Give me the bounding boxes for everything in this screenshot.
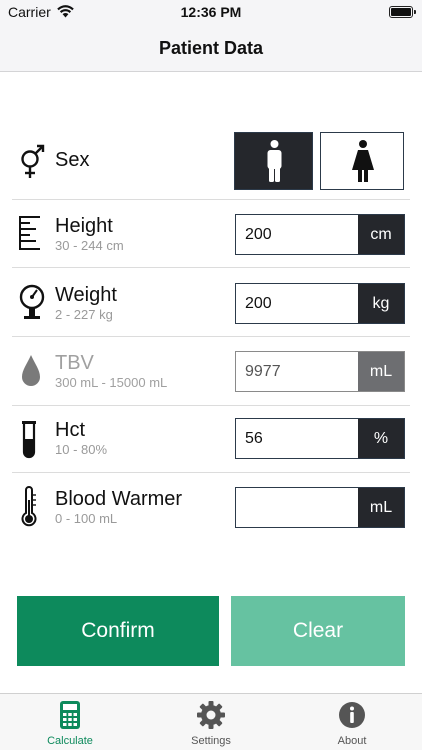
weight-value: 200 bbox=[245, 295, 272, 312]
height-label: Height bbox=[55, 215, 113, 237]
tbv-range: 300 mL - 15000 mL bbox=[55, 375, 168, 390]
ruler-icon bbox=[19, 216, 40, 250]
blood-warmer-unit: mL bbox=[358, 488, 404, 527]
height-value: 200 bbox=[245, 226, 272, 243]
height-unit: cm bbox=[358, 215, 404, 254]
weight-row: Weight 2 - 227 kg 200 kg bbox=[12, 268, 410, 337]
blood-drop-icon bbox=[22, 355, 40, 386]
hct-label: Hct bbox=[55, 419, 85, 441]
tab-settings[interactable]: Settings bbox=[141, 694, 281, 750]
height-range: 30 - 244 cm bbox=[55, 238, 124, 253]
sex-row: Sex bbox=[12, 124, 410, 200]
blood-warmer-range: 0 - 100 mL bbox=[55, 511, 118, 526]
hct-input[interactable]: 56 % bbox=[235, 418, 405, 459]
tbv-label: TBV bbox=[55, 352, 94, 374]
tab-settings-label: Settings bbox=[191, 735, 231, 747]
navigation-bar: Patient Data bbox=[0, 24, 422, 72]
status-bar: Carrier 12:36 PM bbox=[0, 0, 422, 24]
hct-range: 10 - 80% bbox=[55, 442, 108, 457]
weight-range: 2 - 227 kg bbox=[55, 307, 113, 322]
hct-unit: % bbox=[358, 419, 404, 458]
weight-unit: kg bbox=[358, 284, 404, 323]
tab-bar: Calculate Settings About bbox=[0, 693, 422, 750]
confirm-button[interactable]: Confirm bbox=[17, 596, 219, 666]
blood-warmer-label: Blood Warmer bbox=[55, 488, 183, 510]
tbv-row: TBV 300 mL - 15000 mL 9977 mL bbox=[12, 337, 410, 406]
female-button[interactable] bbox=[320, 132, 404, 190]
blood-warmer-input[interactable]: mL bbox=[235, 487, 405, 528]
info-icon bbox=[339, 702, 365, 728]
clock: 12:36 PM bbox=[180, 4, 242, 20]
tbv-unit: mL bbox=[358, 352, 404, 391]
calculator-icon bbox=[60, 701, 80, 729]
tab-about-label: About bbox=[337, 735, 367, 747]
blood-warmer-row: Blood Warmer 0 - 100 mL mL bbox=[12, 473, 410, 543]
height-input[interactable]: 200 cm bbox=[235, 214, 405, 255]
tab-about[interactable]: About bbox=[282, 694, 422, 750]
male-icon bbox=[267, 140, 282, 182]
tab-calculate[interactable]: Calculate bbox=[0, 694, 140, 750]
sex-label: Sex bbox=[55, 149, 90, 171]
height-row: Height 30 - 244 cm 200 cm bbox=[12, 200, 410, 268]
scale-icon bbox=[19, 284, 45, 319]
female-icon bbox=[352, 140, 374, 182]
test-tube-icon bbox=[22, 421, 36, 459]
tbv-input[interactable]: 9977 mL bbox=[235, 351, 405, 392]
tab-calculate-label: Calculate bbox=[47, 735, 93, 747]
hct-value: 56 bbox=[245, 430, 263, 447]
tbv-value: 9977 bbox=[245, 363, 281, 380]
weight-input[interactable]: 200 kg bbox=[235, 283, 405, 324]
gear-icon bbox=[197, 701, 225, 729]
page-title: Patient Data bbox=[158, 38, 264, 58]
hct-row: Hct 10 - 80% 56 % bbox=[12, 406, 410, 473]
gender-icon bbox=[21, 144, 45, 178]
battery-icon bbox=[389, 6, 416, 18]
thermometer-icon bbox=[21, 486, 37, 527]
male-button[interactable] bbox=[234, 132, 313, 190]
clear-button[interactable]: Clear bbox=[231, 596, 405, 666]
weight-label: Weight bbox=[55, 284, 117, 306]
